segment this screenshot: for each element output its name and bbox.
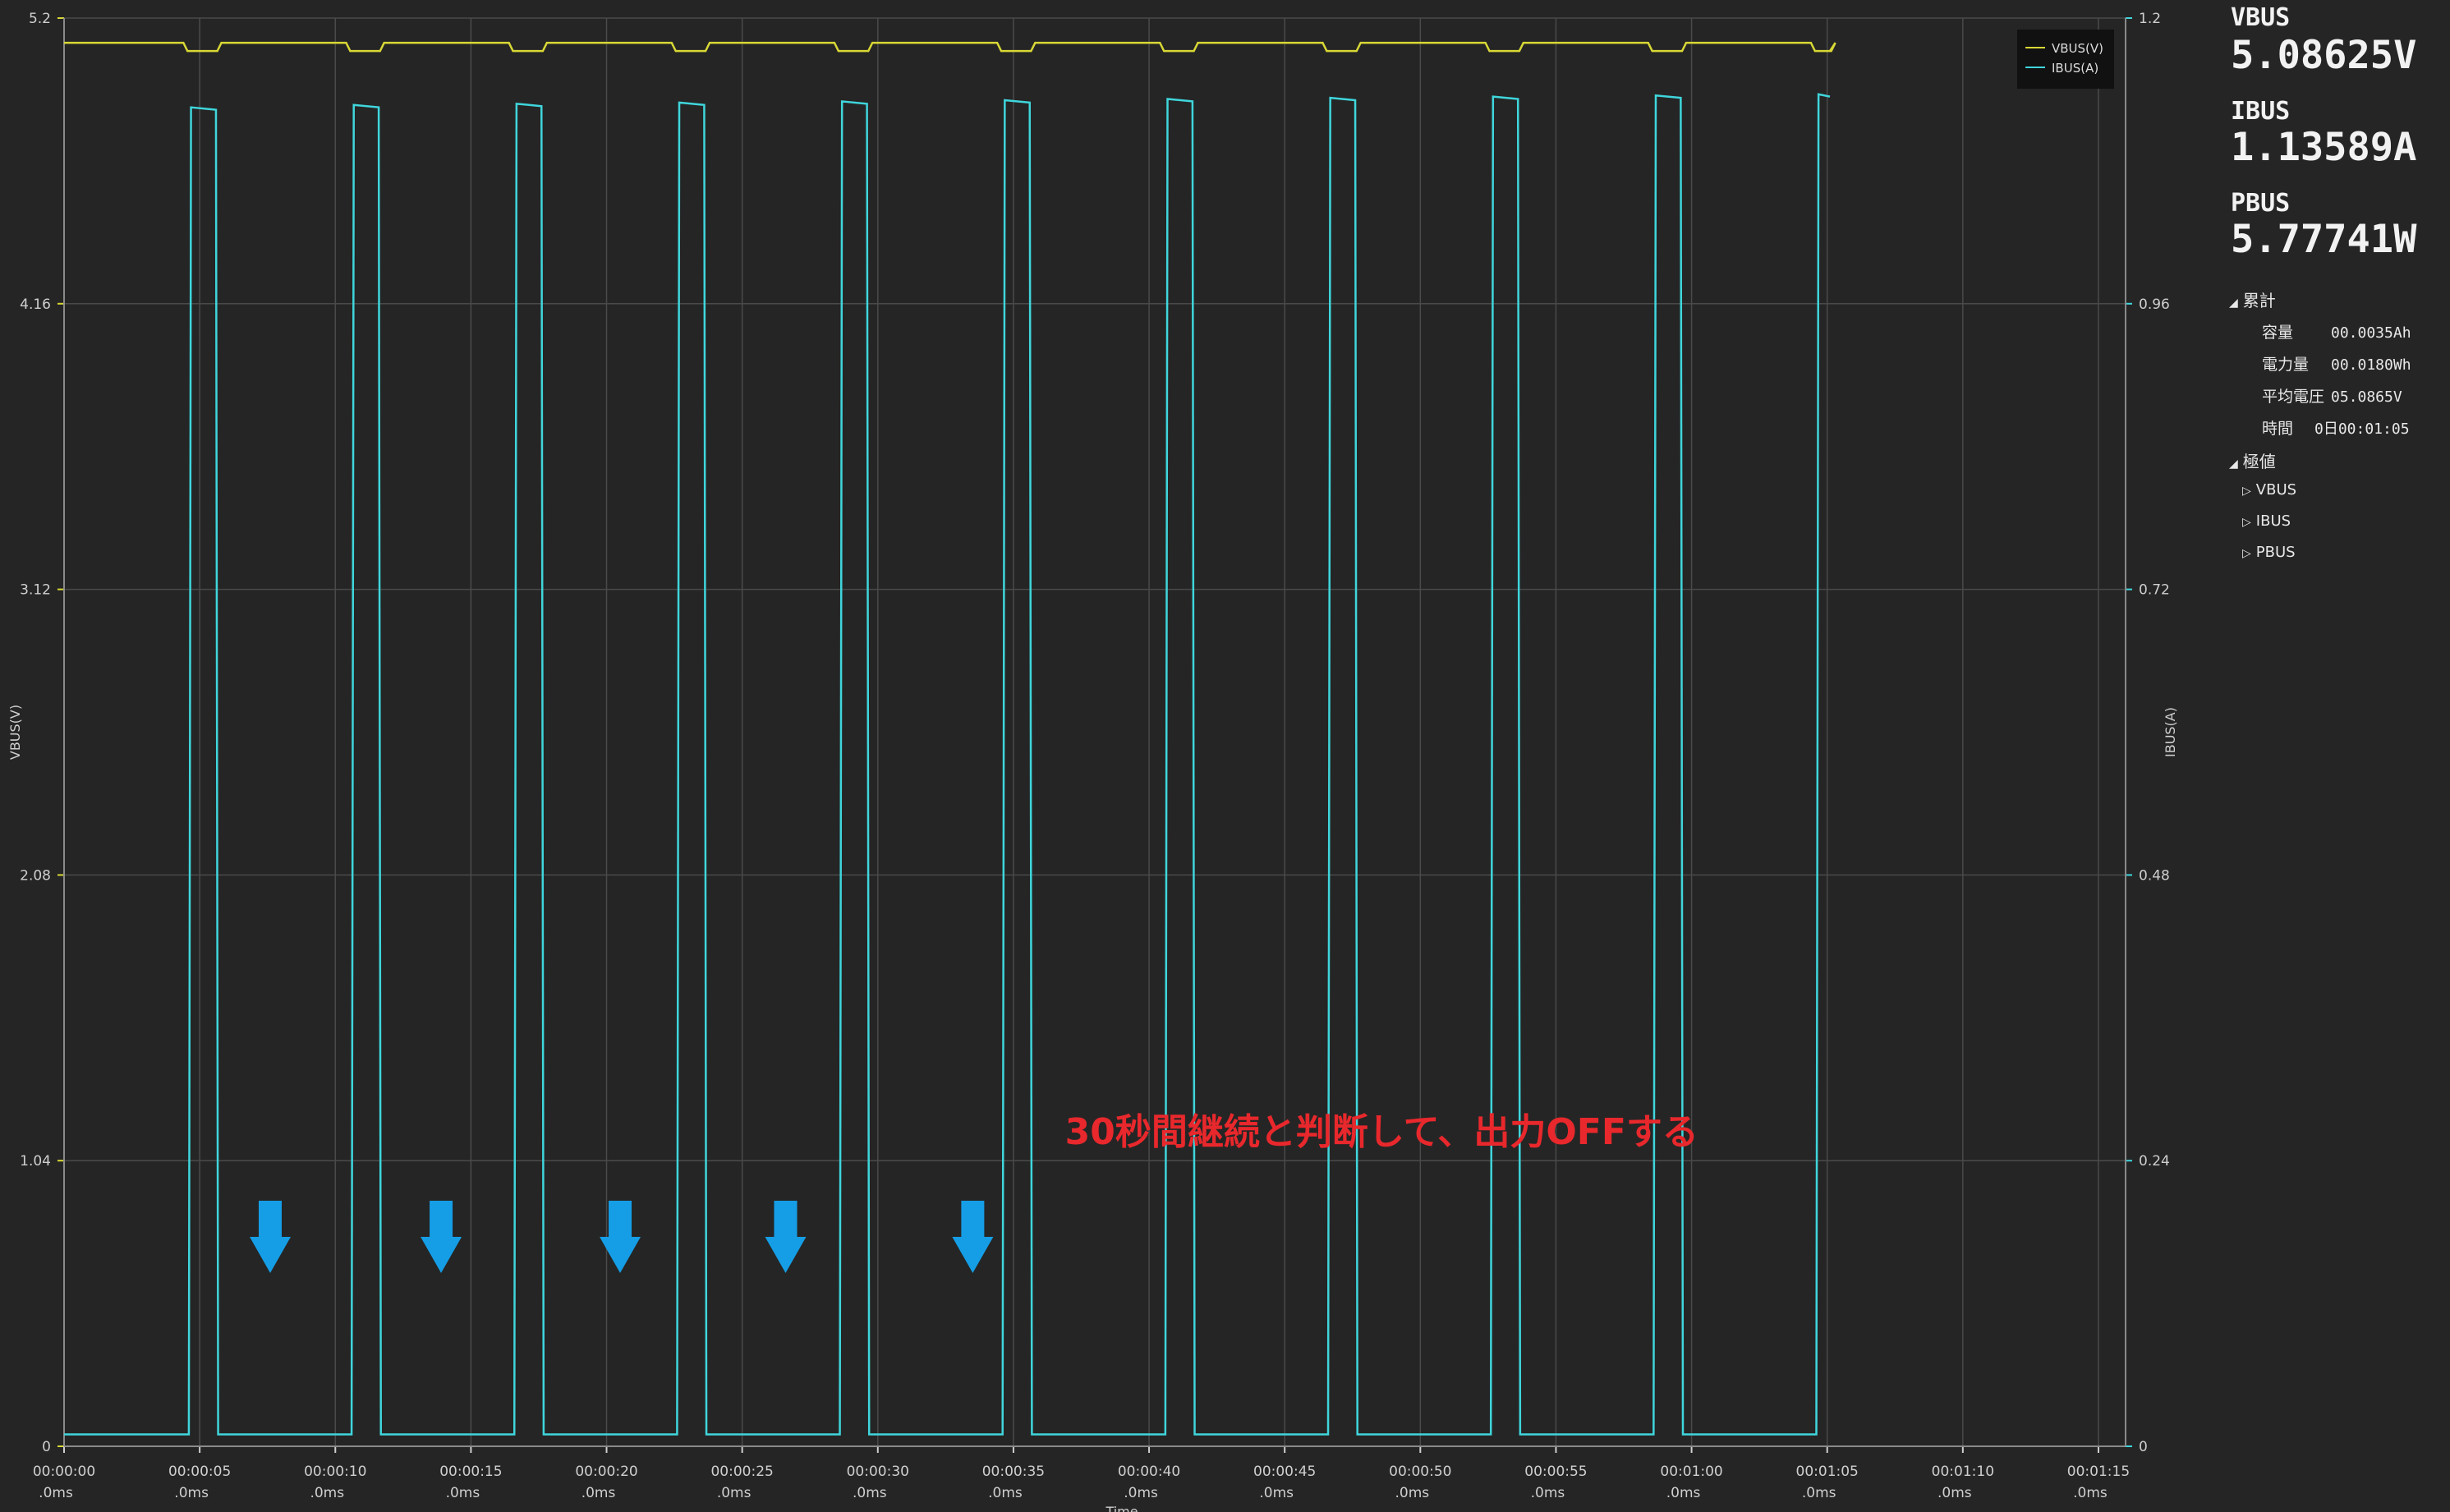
left-tick-label: 4.16 [20,296,51,313]
stat-key: 容量 [2262,324,2294,342]
cumulative-label: 累計 [2242,291,2276,310]
right-axis-title: IBUS(A) [2163,707,2178,757]
left-tick-label: 2.08 [20,867,51,884]
expand-down-icon: ◢ [2229,296,2238,310]
chart-axes: 0 1.04 2.08 3.12 4.16 5.2 0 0.24 0.48 0.72 0.96 1.2… [7,11,2178,1512]
stat-value: 05.0865V [2331,388,2402,406]
x-tick-label: 00:00:35 [982,1464,1045,1480]
stat-key: 時間 [2262,420,2294,438]
stat-value: 00.0180Wh [2331,356,2411,374]
x-tick-label: 00:00:20 [575,1464,637,1480]
right-tick-label: 0.24 [2139,1153,2170,1170]
x-tick-sublabel: .0ms [174,1485,209,1501]
vbus-label: VBUS [2231,3,2291,32]
extreme-item-vbus[interactable]: ▷ VBUS [2242,481,2296,499]
x-tick-label: 00:00:10 [304,1464,366,1480]
x-tick-sublabel: .0ms [446,1485,480,1501]
annotation-text: 30秒間継続と判断して、出力OFFする [1065,1111,1698,1153]
x-tick-label: 00:00:40 [1118,1464,1180,1480]
legend-label-ibus: IBUS(A) [2052,61,2098,76]
expand-right-icon: ▷ [2242,547,2251,560]
extremes-label: 極値 [2242,452,2276,471]
x-tick-sublabel: .0ms [310,1485,344,1501]
right-tick-label: 0.48 [2139,867,2170,884]
right-tick-label: 0 [2139,1439,2148,1455]
stat-value: 0日00:01:05 [2314,421,2410,438]
left-tick-label: 3.12 [20,582,51,599]
x-tick-label: 00:01:05 [1796,1464,1859,1480]
x-tick-sublabel: .0ms [581,1485,616,1501]
vbus-value: 5.08625V [2231,33,2417,78]
chart: 0 1.04 2.08 3.12 4.16 5.2 0 0.24 0.48 0.72 0.96 1.2… [7,11,2178,1512]
stat-row-capacity: 容量 00.0035Ah [2262,320,2411,342]
extreme-label: VBUS [2255,481,2297,499]
series-line-vbus [64,41,1836,53]
x-tick-label: 00:00:30 [847,1464,909,1480]
ibus-label: IBUS [2231,97,2291,126]
cumulative-group[interactable]: ◢ 累計 [2229,287,2276,311]
x-tick-label: 00:00:55 [1524,1464,1587,1480]
legend-box [2017,30,2114,89]
x-tick-label: 00:01:10 [1932,1464,1994,1480]
extreme-item-ibus[interactable]: ▷ IBUS [2242,512,2291,530]
x-tick-sublabel: .0ms [1531,1485,1565,1501]
down-arrow-icon [600,1201,641,1273]
x-tick-sublabel: .0ms [717,1485,752,1501]
legend-label-vbus: VBUS(V) [2052,41,2103,56]
down-arrow-icon [250,1201,291,1273]
right-tick-label: 0.72 [2139,582,2170,599]
stat-row-energy: 電力量 00.0180Wh [2262,352,2411,375]
extreme-label: IBUS [2255,512,2291,530]
x-tick-sublabel: .0ms [39,1485,73,1501]
x-tick-label: 00:00:05 [168,1464,231,1480]
extremes-group[interactable]: ◢ 極値 [2229,448,2276,472]
extreme-label: PBUS [2255,544,2296,561]
readout-panel: VBUS 5.08625V IBUS 1.13589A PBUS 5.77741… [2218,0,2450,1512]
expand-down-icon: ◢ [2229,457,2238,471]
ibus-value: 1.13589A [2231,125,2417,170]
x-tick-label: 00:00:00 [33,1464,95,1480]
down-arrow-icon [952,1201,994,1273]
x-tick-sublabel: .0ms [1124,1485,1158,1501]
x-tick-label: 00:01:00 [1660,1464,1722,1480]
x-tick-sublabel: .0ms [1666,1485,1701,1501]
x-tick-label: 00:00:50 [1389,1464,1451,1480]
x-axis-title: Time [1105,1504,1138,1512]
x-tick-label: 00:01:15 [2067,1464,2130,1480]
x-tick-sublabel: .0ms [1259,1485,1294,1501]
stat-row-time: 時間 0日00:01:05 [2262,416,2410,439]
stat-value: 00.0035Ah [2331,324,2411,342]
series-line-ibus [64,93,1831,1436]
right-tick-label: 0.96 [2139,296,2170,313]
left-tick-label: 5.2 [29,11,51,27]
down-arrow-icon [421,1201,462,1273]
x-tick-label: 00:00:45 [1253,1464,1316,1480]
chart-legend: VBUS(V) IBUS(A) [2017,30,2114,89]
chart-marks: 30秒間継続と判断して、出力OFFする [250,1111,1698,1273]
x-tick-sublabel: .0ms [2073,1485,2108,1501]
x-tick-label: 00:00:15 [439,1464,502,1480]
expand-right-icon: ▷ [2242,485,2251,498]
pbus-value: 5.77741W [2231,217,2417,262]
x-tick-sublabel: .0ms [1937,1485,1972,1501]
extreme-item-pbus[interactable]: ▷ PBUS [2242,544,2296,561]
stat-key: 平均電圧 [2262,388,2325,406]
left-axis-title: VBUS(V) [7,705,23,760]
stat-row-avg-voltage: 平均電圧 05.0865V [2262,384,2402,407]
left-tick-label: 0 [42,1439,51,1455]
x-tick-sublabel: .0ms [853,1485,887,1501]
down-arrow-icon [765,1201,807,1273]
pbus-label: PBUS [2231,189,2291,218]
x-tick-sublabel: .0ms [1395,1485,1429,1501]
x-tick-sublabel: .0ms [988,1485,1023,1501]
right-tick-label: 1.2 [2139,11,2161,27]
x-tick-sublabel: .0ms [1802,1485,1836,1501]
chart-plot [64,41,1836,1436]
stat-key: 電力量 [2262,356,2310,374]
expand-right-icon: ▷ [2242,516,2251,529]
left-tick-label: 1.04 [20,1153,51,1170]
x-tick-label: 00:00:25 [710,1464,773,1480]
